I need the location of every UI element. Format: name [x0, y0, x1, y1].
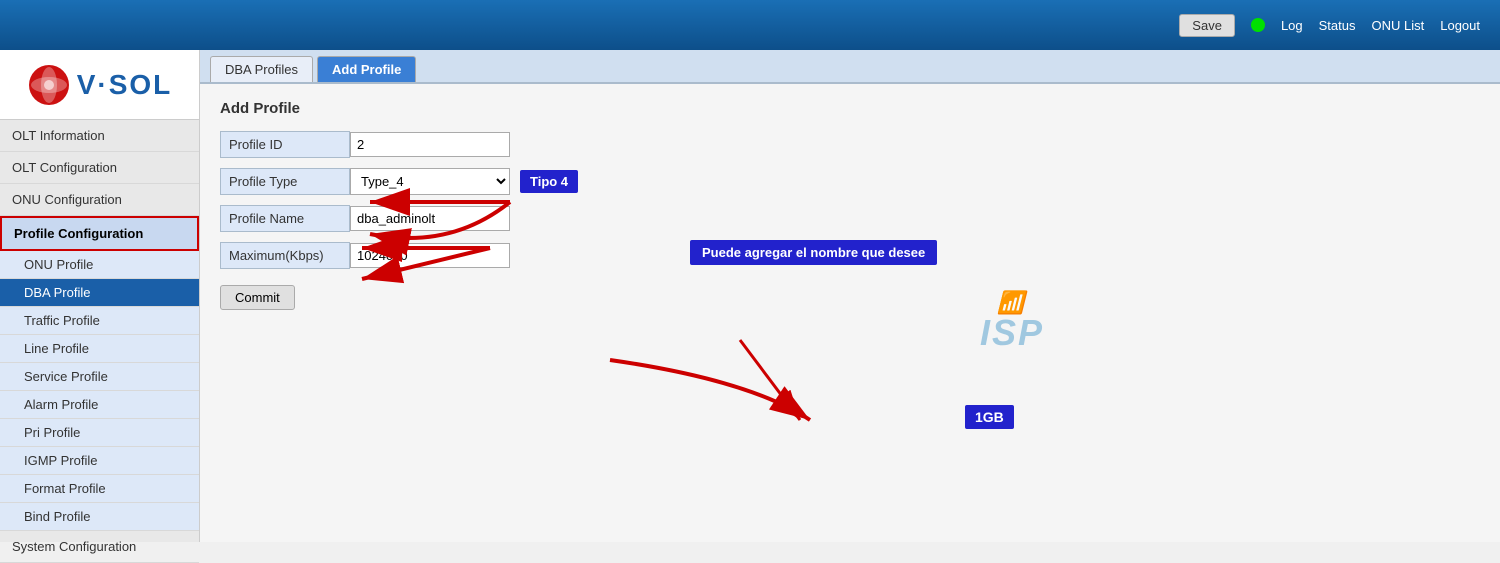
tab-bar: DBA Profiles Add Profile	[200, 50, 1500, 84]
profile-name-label: Profile Name	[220, 205, 350, 232]
sidebar-item-onu-config[interactable]: ONU Configuration	[0, 184, 199, 216]
logo-text: V·SOL	[77, 69, 173, 101]
form-title: Add Profile	[220, 100, 1480, 117]
form-area: Add Profile Profile ID Profile Type Type…	[200, 84, 1500, 326]
profile-name-input[interactable]	[350, 206, 510, 231]
nav-log[interactable]: Log	[1281, 18, 1303, 33]
profile-id-label: Profile ID	[220, 131, 350, 158]
tipo4-annotation: Tipo 4	[520, 170, 578, 193]
badge-1gb: 1GB	[965, 405, 1014, 429]
sidebar-item-igmp-profile[interactable]: IGMP Profile	[0, 447, 199, 475]
tab-add-profile[interactable]: Add Profile	[317, 56, 416, 82]
main-content: DBA Profiles Add Profile Add Profile Pro…	[200, 50, 1500, 542]
maximum-kbps-input[interactable]	[350, 243, 510, 268]
tab-dba-profiles[interactable]: DBA Profiles	[210, 56, 313, 82]
commit-button[interactable]: Commit	[220, 285, 295, 310]
sidebar-item-bind-profile[interactable]: Bind Profile	[0, 503, 199, 531]
logo-icon	[27, 63, 71, 107]
sidebar-item-onu-profile[interactable]: ONU Profile	[0, 251, 199, 279]
save-button[interactable]: Save	[1179, 14, 1235, 37]
sidebar-item-profile-config[interactable]: Profile Configuration	[0, 216, 199, 251]
profile-type-select[interactable]: Type_1 Type_2 Type_3 Type_4 Type_5	[350, 168, 510, 195]
nav-status[interactable]: Status	[1319, 18, 1356, 33]
maximum-kbps-label: Maximum(Kbps)	[220, 242, 350, 269]
tooltip-name: Puede agregar el nombre que desee	[690, 240, 937, 265]
profile-id-input[interactable]	[350, 132, 510, 157]
sidebar-item-sys-config[interactable]: System Configuration	[0, 531, 199, 563]
sidebar-item-alarm-profile[interactable]: Alarm Profile	[0, 391, 199, 419]
nav-onu-list[interactable]: ONU List	[1372, 18, 1425, 33]
sidebar-item-format-profile[interactable]: Format Profile	[0, 475, 199, 503]
profile-id-row: Profile ID	[220, 131, 1480, 158]
status-indicator	[1251, 18, 1265, 32]
sidebar-item-pri-profile[interactable]: Pri Profile	[0, 419, 199, 447]
profile-type-label: Profile Type	[220, 168, 350, 195]
sidebar-item-olt-config[interactable]: OLT Configuration	[0, 152, 199, 184]
sidebar-item-traffic-profile[interactable]: Traffic Profile	[0, 307, 199, 335]
sidebar-item-service-profile[interactable]: Service Profile	[0, 363, 199, 391]
sidebar: V·SOL OLT Information OLT Configuration …	[0, 50, 200, 542]
profile-name-row: Profile Name	[220, 205, 1480, 232]
nav-logout[interactable]: Logout	[1440, 18, 1480, 33]
sidebar-item-line-profile[interactable]: Line Profile	[0, 335, 199, 363]
sidebar-item-olt-info[interactable]: OLT Information	[0, 120, 199, 152]
layout: V·SOL OLT Information OLT Configuration …	[0, 50, 1500, 542]
sidebar-item-dba-profile[interactable]: DBA Profile	[0, 279, 199, 307]
logo-area: V·SOL	[0, 50, 199, 120]
profile-type-row: Profile Type Type_1 Type_2 Type_3 Type_4…	[220, 168, 1480, 195]
header: Save Log Status ONU List Logout	[0, 0, 1500, 50]
